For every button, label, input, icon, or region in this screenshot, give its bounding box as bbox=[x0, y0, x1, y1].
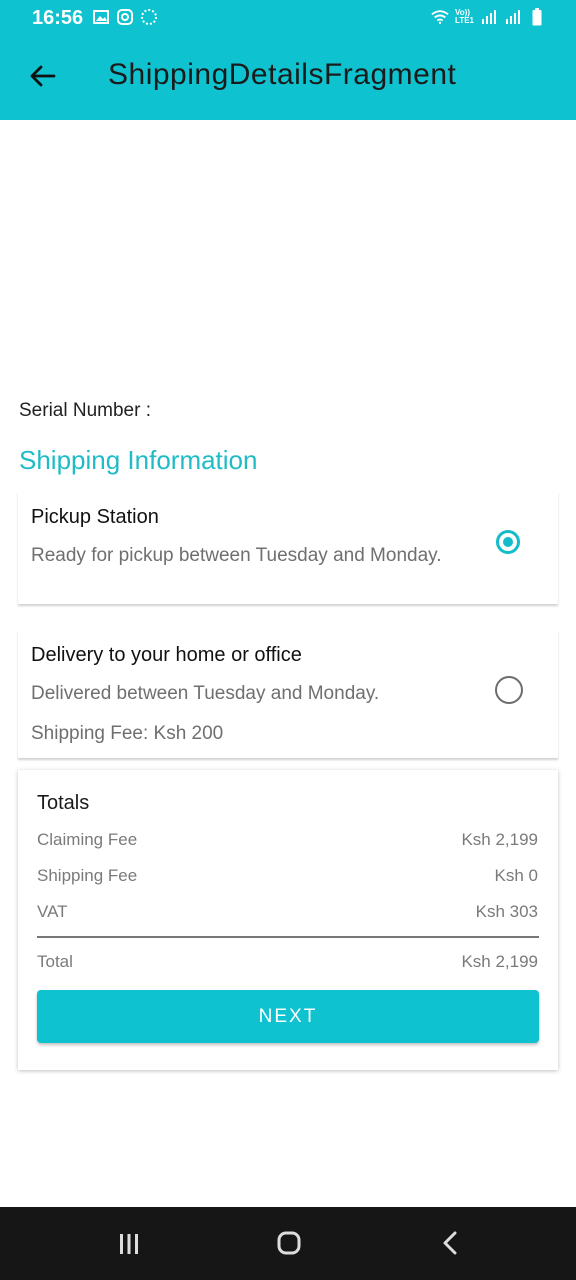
signal-icon bbox=[480, 8, 498, 26]
next-button[interactable]: NEXT bbox=[37, 990, 539, 1043]
pickup-station-option[interactable]: Pickup Station Ready for pickup between … bbox=[18, 492, 558, 604]
sync-icon bbox=[140, 8, 158, 26]
home-delivery-option[interactable]: Delivery to your home or office Delivere… bbox=[18, 630, 558, 758]
back-button[interactable] bbox=[22, 56, 62, 96]
pickup-radio-button[interactable] bbox=[496, 530, 520, 554]
row-value: Ksh 303 bbox=[475, 902, 538, 921]
status-time: 16:56 bbox=[32, 7, 84, 29]
back-nav-icon[interactable] bbox=[440, 1231, 460, 1255]
row-label: VAT bbox=[37, 902, 68, 921]
status-bar: 16:56 Vo)) LTE1 bbox=[0, 0, 576, 36]
arrow-back-icon bbox=[30, 65, 56, 87]
app-bar: ShippingDetailsFragment bbox=[0, 36, 576, 120]
page-title: ShippingDetailsFragment bbox=[108, 58, 457, 91]
wifi-icon bbox=[431, 8, 449, 26]
option-description: Ready for pickup between Tuesday and Mon… bbox=[31, 545, 442, 566]
totals-divider bbox=[37, 936, 539, 938]
system-nav-bar bbox=[0, 1207, 576, 1280]
instagram-icon bbox=[116, 8, 134, 26]
gallery-icon bbox=[92, 8, 110, 26]
recent-apps-icon[interactable] bbox=[118, 1233, 140, 1255]
shipping-information-title: Shipping Information bbox=[19, 445, 258, 475]
row-value: Ksh 0 bbox=[494, 866, 538, 885]
row-label: Claiming Fee bbox=[37, 830, 138, 849]
row-value: Ksh 2,199 bbox=[461, 830, 538, 849]
shipping-fee-text: Shipping Fee: Ksh 200 bbox=[31, 723, 224, 744]
total-value: Ksh 2,199 bbox=[461, 952, 538, 971]
signal-icon-2 bbox=[504, 8, 522, 26]
option-description: Delivered between Tuesday and Monday. bbox=[31, 683, 380, 704]
status-icons-left bbox=[92, 8, 158, 26]
option-title: Pickup Station bbox=[31, 506, 159, 528]
delivery-radio-button[interactable] bbox=[495, 676, 523, 704]
home-icon[interactable] bbox=[277, 1231, 301, 1255]
totals-card: Totals Claiming Fee Ksh 2,199 Shipping F… bbox=[18, 770, 558, 1070]
totals-title: Totals bbox=[37, 792, 90, 814]
status-icons-right: Vo)) LTE1 bbox=[431, 8, 546, 26]
volte-icon: Vo)) LTE1 bbox=[455, 8, 474, 25]
serial-number-label: Serial Number : bbox=[19, 400, 151, 421]
option-title: Delivery to your home or office bbox=[31, 644, 302, 666]
row-label: Shipping Fee bbox=[37, 866, 138, 885]
battery-icon bbox=[528, 8, 546, 26]
total-label: Total bbox=[37, 952, 73, 971]
